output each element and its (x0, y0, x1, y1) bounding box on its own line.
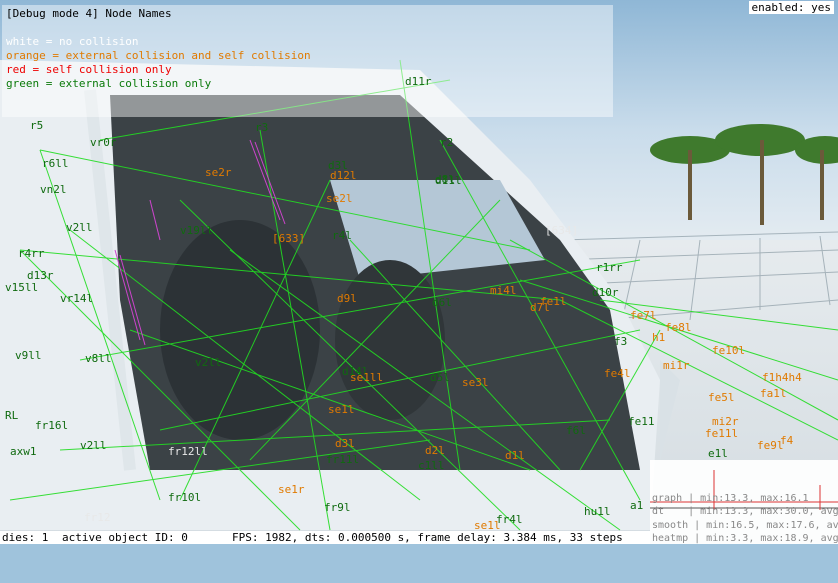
node-label: f3 (614, 335, 628, 348)
node-label: vr14l (60, 292, 94, 305)
node-label: fa1l (760, 387, 787, 400)
node-label: se1l (328, 403, 355, 416)
node-label: [633] (272, 232, 306, 245)
node-label: se2r (205, 166, 232, 179)
node-label: vr0r (90, 136, 117, 149)
legend-orange: orange = external collision and self col… (6, 49, 311, 62)
node-label: d5l (430, 371, 450, 384)
node-label: fr9l (324, 501, 351, 514)
node-label: d6l (432, 296, 452, 309)
debug-legend-panel: [Debug mode 4] Node Names white = no col… (2, 5, 613, 117)
graph-line-2: dt | min:13.3, max:30.0, avg:16.7 (652, 506, 838, 517)
node-label: f4 (780, 434, 794, 447)
node-label: se1r (278, 483, 305, 496)
node-label: RL (5, 409, 19, 422)
node-label: mi1r (663, 359, 690, 372)
node-label: se3l (462, 376, 489, 389)
node-label: r3 (255, 121, 269, 134)
node-label: se1ll (350, 371, 384, 384)
node-label: v19ll (180, 224, 214, 237)
bodies-count: dies: 1 (2, 531, 49, 544)
node-label: d1l (505, 449, 525, 462)
debug-mode-title: [Debug mode 4] Node Names (6, 7, 172, 20)
node-label: r2 (440, 136, 454, 149)
node-label: d2l (425, 444, 445, 457)
node-label: vn2l (40, 183, 67, 196)
node-label: r1rr (596, 261, 623, 274)
node-label: fe7l (630, 309, 657, 322)
graph-line-1: graph | min:13.3, max:16.1 (652, 493, 809, 504)
node-label: [634] (545, 224, 579, 237)
node-label: e1l (708, 447, 728, 460)
node-label: d9l (337, 292, 357, 305)
node-label: fr10l (168, 491, 202, 504)
node-label: h1 (652, 331, 666, 344)
node-label: r4l (332, 229, 352, 242)
node-label: d12l (330, 169, 357, 182)
node-label: fr16l (35, 419, 69, 432)
node-label: fe10l (712, 344, 746, 357)
perf-graph: graph | min:13.3, max:16.1 dt | min:13.3… (650, 460, 838, 544)
node-label: mi4l (490, 284, 517, 297)
node-label: v2ll (66, 221, 93, 234)
node-label: fe5l (708, 391, 735, 404)
node-label: hu1l (584, 505, 611, 518)
status-bar: dies: 1 active object ID: 0 FPS: 1982, d… (0, 531, 650, 544)
fps-readout: FPS: 1982, dts: 0.000500 s, frame delay:… (232, 531, 623, 544)
legend-white: white = no collision (6, 35, 139, 48)
node-label: fr11l (326, 453, 360, 466)
node-label: d10r (592, 286, 619, 299)
legend-red: red = self collision only (6, 63, 172, 76)
node-label: se2l (326, 192, 353, 205)
legend-green: green = external collision only (6, 77, 212, 90)
graph-line-4: heatmp | min:3.3, max:18.9, avg:3.7 (652, 533, 838, 544)
node-label: r6ll (42, 157, 69, 170)
node-label: c1ll (418, 459, 445, 472)
node-label: d11l (435, 174, 462, 187)
node-label: v2ll (80, 439, 107, 452)
node-label: d3l (335, 437, 355, 450)
node-label: fe4l (604, 367, 631, 380)
node-label: f1h4h4 (762, 371, 802, 384)
node-label: v8ll (85, 352, 112, 365)
enabled-indicator: enabled: yes (748, 1, 834, 14)
graph-line-3: smooth | min:16.5, max:17.6, avg:16.7 (652, 520, 838, 531)
node-label: d11r (405, 75, 432, 88)
node-label: fe8l (665, 321, 692, 334)
node-label: a1 (630, 499, 644, 512)
node-label: fe11 (628, 415, 655, 428)
node-label: r4rr (18, 247, 45, 260)
node-label: v2ll (195, 356, 222, 369)
node-label: fe1l (540, 295, 567, 308)
node-label: f6l (566, 424, 586, 437)
active-object-id: active object ID: 0 (62, 531, 188, 544)
node-label: fr12 (84, 511, 111, 524)
node-label: fr12ll (168, 445, 208, 458)
node-label: axw1 (10, 445, 37, 458)
node-label: v15ll (5, 281, 39, 294)
node-label: fe11l (705, 427, 739, 440)
node-label: r5 (30, 119, 44, 132)
node-label: v9ll (15, 349, 42, 362)
